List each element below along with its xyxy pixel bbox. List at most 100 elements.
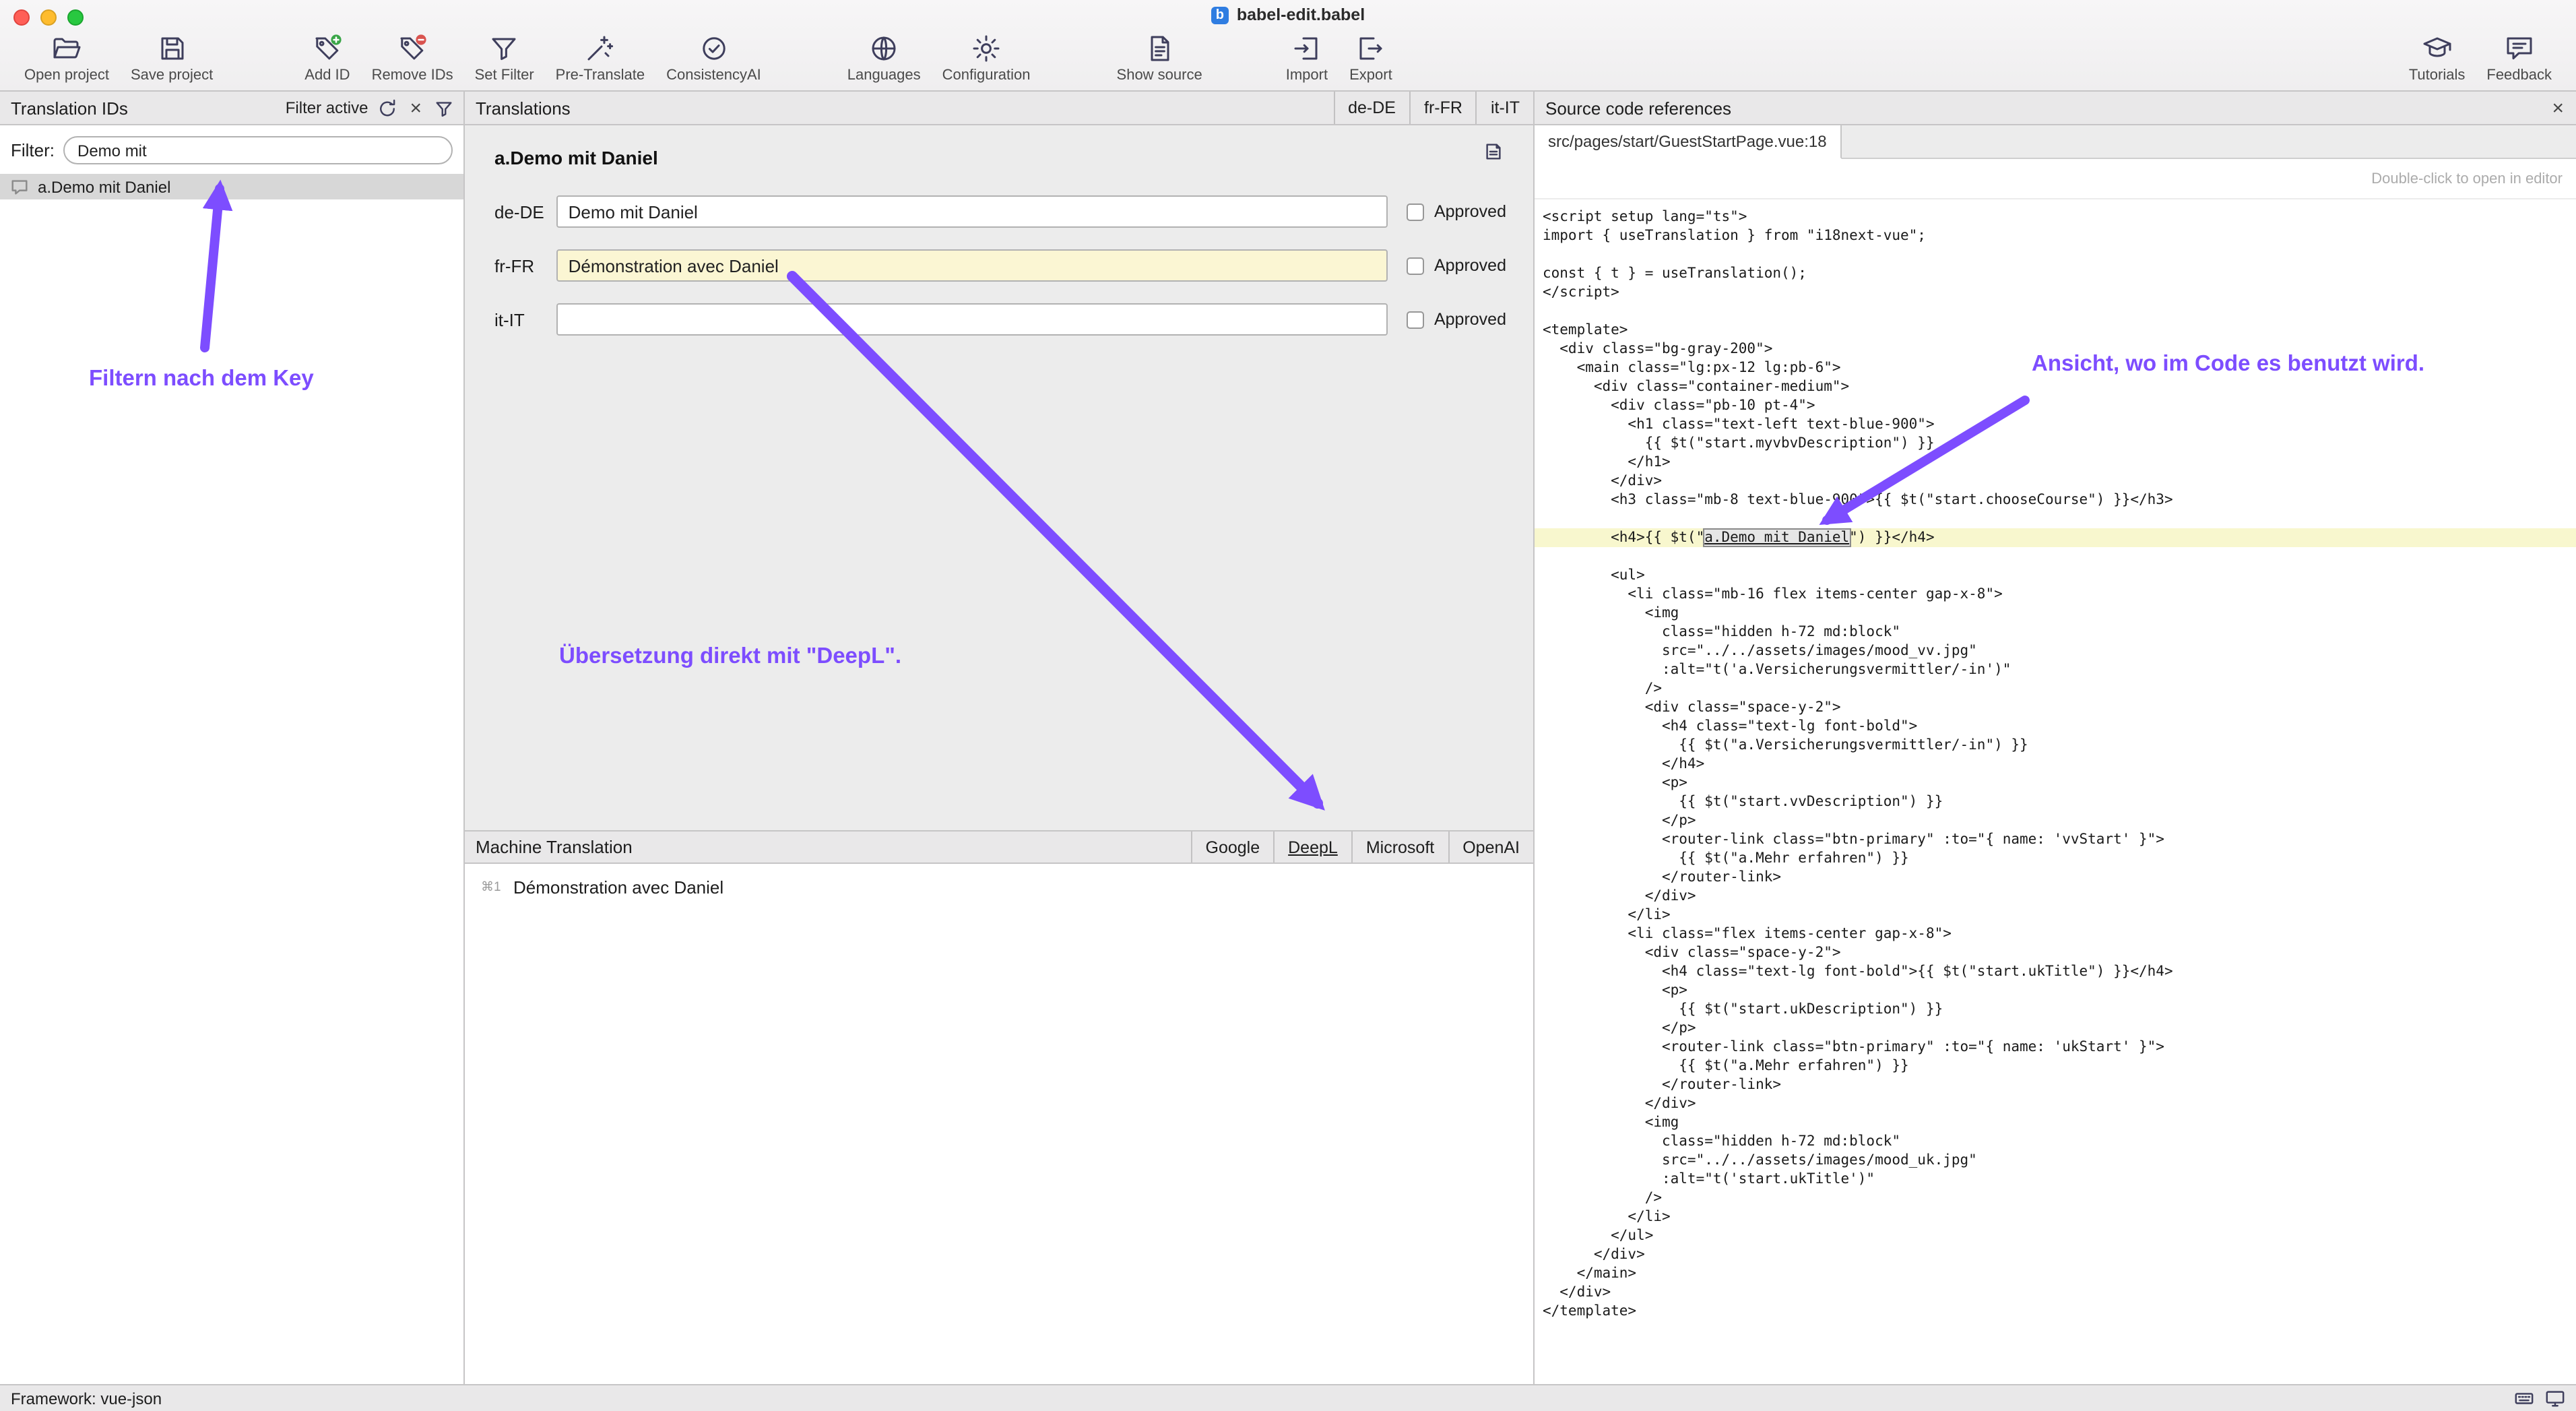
engine-microsoft[interactable]: Microsoft	[1351, 832, 1448, 863]
filter-input[interactable]	[63, 136, 453, 164]
code-line	[1535, 245, 2576, 264]
translation-input-de-de[interactable]	[556, 195, 1388, 228]
mt-suggestion[interactable]: ⌘1 Démonstration avec Daniel	[465, 873, 1533, 902]
toolbar-button-label: Tutorials	[2409, 67, 2466, 84]
engine-openai[interactable]: OpenAI	[1448, 832, 1533, 863]
code-line: const { t } = useTranslation();	[1535, 264, 2576, 283]
filter-icon[interactable]	[434, 98, 454, 118]
entry-note-icon[interactable]	[1483, 142, 1504, 168]
translation-ids-title: Translation IDs	[11, 98, 128, 118]
keyboard-icon[interactable]	[2514, 1388, 2534, 1408]
approved-label: Approved	[1434, 310, 1506, 329]
framework-label: Framework: vue-json	[11, 1389, 162, 1408]
toolbar-group: Add ID Remove IDs Set Filter Pre-Translate C…	[294, 32, 771, 84]
code-line: <img	[1535, 1113, 2576, 1132]
approved-checkbox[interactable]	[1407, 203, 1425, 220]
toolbar-button-label: ConsistencyAI	[666, 67, 761, 84]
approved-control: Approved	[1407, 310, 1506, 329]
source-code-panel: Source code references × src/pages/start…	[1535, 92, 2576, 1384]
toolbar-button-feedback[interactable]: Feedback	[2476, 32, 2563, 84]
code-line: />	[1535, 679, 2576, 698]
code-line: </script>	[1535, 283, 2576, 302]
language-tab-de-de[interactable]: de-DE	[1333, 92, 1409, 124]
toolbar-group: LanguagesConfiguration	[837, 32, 1041, 84]
code-line: <router-link class="btn-primary" :to="{ …	[1535, 830, 2576, 849]
toolbar-button-label: Feedback	[2486, 67, 2552, 84]
engine-deepl[interactable]: DeepL	[1273, 832, 1351, 863]
translation-id-item[interactable]: a.Demo mit Daniel	[0, 174, 463, 199]
window-title: b babel-edit.babel	[0, 5, 2576, 24]
approved-label: Approved	[1434, 202, 1506, 221]
close-panel-icon[interactable]: ×	[2549, 98, 2567, 118]
language-tabs: de-DEfr-FRit-IT	[1333, 92, 1533, 124]
engine-google[interactable]: Google	[1191, 832, 1274, 863]
display-icon[interactable]	[2545, 1388, 2565, 1408]
approved-checkbox[interactable]	[1407, 257, 1425, 274]
toolbar-button-languages[interactable]: Languages	[837, 32, 932, 84]
language-tab-fr-fr[interactable]: fr-FR	[1409, 92, 1476, 124]
toolbar-button-label: Pre-Translate	[556, 67, 645, 84]
code-line: <div class="space-y-2">	[1535, 943, 2576, 962]
toolbar-button-save-project[interactable]: Save project	[120, 32, 224, 84]
translation-input-fr-fr[interactable]	[556, 249, 1388, 282]
file-reference-tab[interactable]: src/pages/start/GuestStartPage.vue:18	[1535, 125, 1842, 159]
code-line: <p>	[1535, 981, 2576, 1000]
code-line: </div>	[1535, 472, 2576, 491]
toolbar-button-show-source[interactable]: Show source	[1106, 32, 1213, 84]
clear-filter-icon[interactable]: ×	[407, 98, 424, 118]
engine-label: DeepL	[1288, 838, 1338, 856]
toolbar-button-label: Add ID	[304, 67, 350, 84]
approved-checkbox[interactable]	[1407, 311, 1425, 328]
toolbar-button-import[interactable]: Import	[1275, 32, 1339, 84]
code-line: <div class="space-y-2">	[1535, 698, 2576, 717]
toolbar-button-add-id[interactable]: Add ID	[294, 32, 360, 84]
toolbar-button-open-project[interactable]: Open project	[13, 32, 120, 84]
toolbar-group: ImportExport	[1275, 32, 1403, 84]
engine-label: OpenAI	[1462, 838, 1520, 856]
filter-row: Filter:	[0, 125, 463, 174]
code-line: <h4 class="text-lg font-bold">	[1535, 717, 2576, 736]
toolbar-button-set-filter[interactable]: Set Filter	[464, 32, 545, 84]
refresh-icon[interactable]	[377, 98, 397, 118]
app-window: b babel-edit.babel Open projectSave proj…	[0, 0, 2576, 1411]
toolbar-button-configuration[interactable]: Configuration	[932, 32, 1041, 84]
code-line: <li class="flex items-center gap-x-8">	[1535, 924, 2576, 943]
toolbar-button-remove-ids[interactable]: Remove IDs	[361, 32, 464, 84]
toolbar-button-pre-translate[interactable]: Pre-Translate	[545, 32, 655, 84]
language-tab-it-it[interactable]: it-IT	[1476, 92, 1533, 124]
machine-translation-header: Machine Translation Google DeepL Microsoft…	[465, 830, 1533, 864]
toolbar-button-label: Set Filter	[475, 67, 534, 84]
machine-translation-title: Machine Translation	[476, 837, 633, 857]
translations-header: Translations de-DEfr-FRit-IT	[465, 92, 1533, 125]
code-line: class="hidden h-72 md:block"	[1535, 623, 2576, 641]
code-line: <div class="bg-gray-200">	[1535, 340, 2576, 358]
translations-editor: a.Demo mit Daniel de-DEApprovedfr-FRAppr…	[465, 125, 1533, 830]
file-reference-bar: src/pages/start/GuestStartPage.vue:18	[1535, 125, 2576, 159]
code-line: <div class="pb-10 pt-4">	[1535, 396, 2576, 415]
filter-label: Filter:	[11, 140, 55, 160]
code-line: <h4 class="text-lg font-bold">{{ $t("sta…	[1535, 962, 2576, 981]
code-line: {{ $t("start.ukDescription") }}	[1535, 1000, 2576, 1019]
source-code-title: Source code references	[1545, 98, 1731, 118]
configuration-icon	[970, 32, 1002, 65]
mt-shortcut: ⌘1	[481, 880, 503, 895]
code-line: />	[1535, 1189, 2576, 1208]
toolbar-button-tutorials[interactable]: Tutorials	[2398, 32, 2476, 84]
code-line: </div>	[1535, 1283, 2576, 1302]
code-line: {{ $t("a.Mehr erfahren") }}	[1535, 1057, 2576, 1075]
window-title-text: babel-edit.babel	[1237, 5, 1365, 24]
code-line: class="hidden h-72 md:block"	[1535, 1132, 2576, 1151]
code-line: <script setup lang="ts">	[1535, 208, 2576, 226]
mt-suggestion-text: Démonstration avec Daniel	[513, 877, 723, 898]
language-label: it-IT	[494, 309, 556, 330]
code-listing: <script setup lang="ts">import { useTran…	[1535, 199, 2576, 1384]
highlighted-translation-key[interactable]: a.Demo mit Daniel	[1704, 530, 1849, 546]
code-line: </div>	[1535, 1245, 2576, 1264]
toolbar-button-consistencyai[interactable]: ConsistencyAI	[655, 32, 772, 84]
code-line: </li>	[1535, 1208, 2576, 1226]
translation-row-de-de: de-DEApproved	[494, 195, 1506, 228]
toolbar-button-export[interactable]: Export	[1339, 32, 1403, 84]
code-line: src="../../assets/images/mood_vv.jpg"	[1535, 641, 2576, 660]
translation-row-fr-fr: fr-FRApproved	[494, 249, 1506, 282]
translation-input-it-it[interactable]	[556, 303, 1388, 336]
